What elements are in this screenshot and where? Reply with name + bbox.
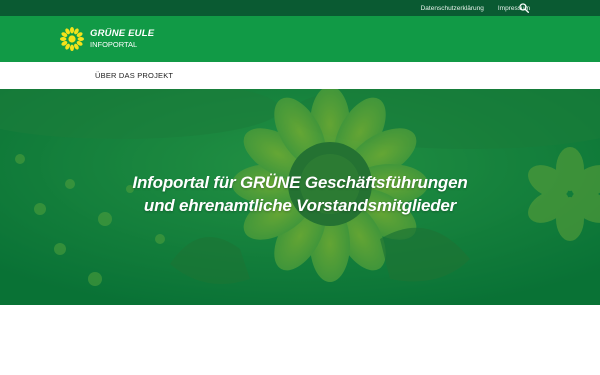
site-subtitle: INFOPORTAL	[90, 40, 138, 49]
privacy-link[interactable]: Datenschutzerklärung	[421, 5, 484, 12]
hero-banner: Infoportal für GRÜNE Geschäftsführungen …	[0, 89, 600, 305]
main-nav: ÜBER DAS PROJEKT	[0, 62, 600, 90]
nav-item-about[interactable]: ÜBER DAS PROJEKT	[95, 71, 173, 80]
hero-title-line-1: Infoportal für GRÜNE Geschäftsführungen	[132, 173, 468, 192]
utility-links: Datenschutzerklärung Impressum	[421, 0, 530, 16]
sunflower-icon[interactable]	[60, 27, 84, 51]
hero-title-line-2: und ehrenamtliche Vorstandsmitglieder	[143, 196, 457, 215]
top-utility-bar: Datenschutzerklärung Impressum	[0, 0, 600, 16]
site-title: GRÜNE EULE	[90, 28, 155, 39]
search-icon[interactable]	[519, 3, 529, 13]
brand[interactable]: GRÜNE EULE INFOPORTAL	[90, 28, 154, 50]
